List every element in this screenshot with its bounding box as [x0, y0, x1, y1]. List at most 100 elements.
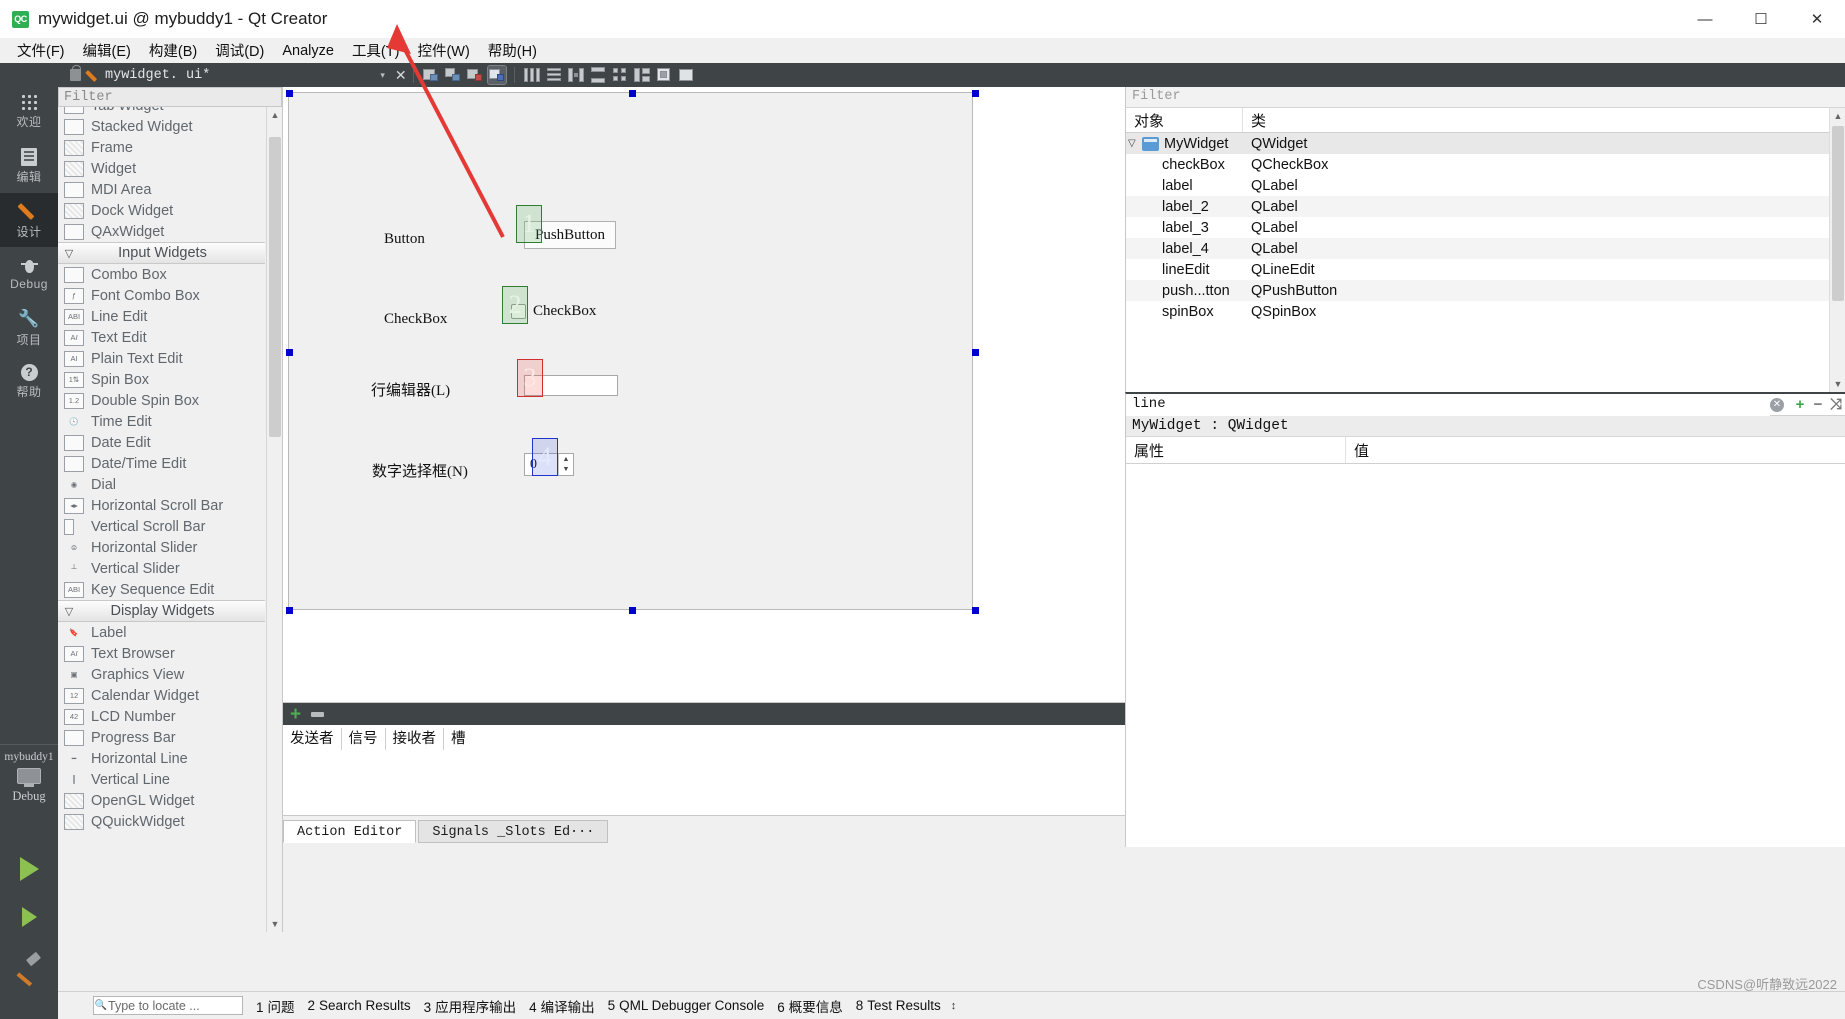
widget-item-tab-widget[interactable]: Tab Widget	[58, 107, 265, 116]
configure-property-view-icon[interactable]: ⤨	[1827, 396, 1845, 413]
output-pane-toggle-icon[interactable]: ↕	[951, 1000, 957, 1012]
object-row-pushbutton[interactable]: push...tton QPushButton	[1126, 280, 1845, 301]
widget-item-vertical-scroll-bar[interactable]: Vertical Scroll Bar	[58, 516, 265, 537]
maximize-button[interactable]: ☐	[1733, 0, 1789, 38]
form-label-checkbox[interactable]: CheckBox	[384, 311, 447, 328]
minimize-button[interactable]: —	[1677, 0, 1733, 38]
mode-design[interactable]: 设计	[0, 193, 58, 247]
form-label-lineedit[interactable]: 行编辑器(L)	[371, 379, 450, 400]
widget-item-qquickwidget[interactable]: QQuickWidget	[58, 811, 265, 832]
widget-group-input-widgets[interactable]: ▽ Input Widgets	[58, 242, 265, 264]
scroll-up-icon[interactable]: ▲	[1830, 108, 1845, 124]
remove-dynamic-property-icon[interactable]: −	[1809, 396, 1827, 413]
menu-analyze[interactable]: Analyze	[273, 41, 343, 61]
widget-item-vertical-line[interactable]: ┃ Vertical Line	[58, 769, 265, 790]
open-document-name[interactable]: mywidget. ui*	[105, 68, 210, 83]
widget-item-time-edit[interactable]: 🕓 Time Edit	[58, 411, 265, 432]
widget-item-progress-bar[interactable]: Progress Bar	[58, 727, 265, 748]
widget-item-frame[interactable]: Frame	[58, 137, 265, 158]
resize-handle-bottom-left[interactable]	[286, 607, 293, 614]
run-button[interactable]	[0, 845, 58, 893]
spinbox-arrows[interactable]: ▲ ▼	[558, 454, 573, 475]
resize-handle-bottom-center[interactable]	[629, 607, 636, 614]
widget-item-dial[interactable]: ◉ Dial	[58, 474, 265, 495]
object-row-label[interactable]: label QLabel	[1126, 175, 1845, 196]
object-inspector-filter-input[interactable]: Filter	[1126, 87, 1845, 108]
edit-signals-slots-tool-icon[interactable]	[444, 66, 462, 84]
output-pane-problems[interactable]: 1 问题	[256, 996, 295, 1016]
form-editor-canvas[interactable]: Button PushButton 1 CheckBox CheckBox 2 …	[283, 24, 1125, 702]
menu-edit[interactable]: 编辑(E)	[74, 38, 140, 63]
scroll-down-icon[interactable]: ▼	[1830, 376, 1845, 392]
edit-tab-order-tool-icon[interactable]	[486, 65, 507, 85]
layout-in-grid-icon[interactable]	[611, 66, 629, 84]
add-dynamic-property-icon[interactable]: +	[1791, 396, 1809, 413]
object-row-lineedit[interactable]: lineEdit QLineEdit	[1126, 259, 1845, 280]
column-object[interactable]: 对象	[1126, 108, 1243, 132]
menu-file[interactable]: 文件(F)	[8, 38, 74, 63]
form-widget-mywidget[interactable]: Button PushButton 1 CheckBox CheckBox 2 …	[286, 90, 979, 614]
widget-item-dock-widget[interactable]: Dock Widget	[58, 200, 265, 221]
column-sender[interactable]: 发送者	[283, 728, 342, 750]
output-pane-general-messages[interactable]: 6 概要信息	[777, 996, 843, 1016]
object-row-label-3[interactable]: label_3 QLabel	[1126, 217, 1845, 238]
widget-item-horizontal-slider[interactable]: ⊜ Horizontal Slider	[58, 537, 265, 558]
widget-item-mdi-area[interactable]: MDI Area	[58, 179, 265, 200]
widget-item-font-combo-box[interactable]: ƒ Font Combo Box	[58, 285, 265, 306]
menu-tools[interactable]: 工具(T)	[343, 38, 409, 63]
add-connection-icon[interactable]: +	[290, 705, 301, 724]
widget-item-graphics-view[interactable]: ▣ Graphics View	[58, 664, 265, 685]
widget-item-text-edit[interactable]: AI Text Edit	[58, 327, 265, 348]
output-pane-compile-output[interactable]: 4 编译输出	[529, 996, 595, 1016]
build-button[interactable]	[0, 941, 58, 989]
tab-action-editor[interactable]: Action Editor	[283, 820, 417, 843]
widget-item-opengl-widget[interactable]: OpenGL Widget	[58, 790, 265, 811]
widget-item-horizontal-scroll-bar[interactable]: ◂▸ Horizontal Scroll Bar	[58, 495, 265, 516]
chevron-down-icon[interactable]: ▽	[1128, 138, 1142, 149]
mode-projects[interactable]: 🔧 项目	[0, 301, 58, 355]
menu-build[interactable]: 构建(B)	[140, 38, 206, 63]
widget-item-key-sequence-edit[interactable]: ABI Key Sequence Edit	[58, 579, 265, 600]
resize-handle-middle-left[interactable]	[286, 349, 293, 356]
object-row-label-2[interactable]: label_2 QLabel	[1126, 196, 1845, 217]
remove-connection-icon[interactable]	[311, 711, 325, 717]
widget-item-label[interactable]: 🔖 Label	[58, 622, 265, 643]
column-receiver[interactable]: 接收者	[386, 728, 444, 750]
column-signal[interactable]: 信号	[342, 728, 386, 750]
debug-button[interactable]	[0, 893, 58, 941]
widget-item-horizontal-line[interactable]: ━ Horizontal Line	[58, 748, 265, 769]
locator-input[interactable]: 🔍 Type to locate ...	[93, 996, 243, 1015]
column-class[interactable]: 类	[1243, 108, 1266, 132]
form-label-button[interactable]: Button	[384, 231, 425, 248]
property-filter-input[interactable]: line	[1126, 393, 1770, 416]
widget-item-date-time-edit[interactable]: Date/Time Edit	[58, 453, 265, 474]
column-property[interactable]: 属性	[1126, 437, 1346, 463]
mode-welcome[interactable]: 欢迎	[0, 85, 58, 139]
form-label-spinbox[interactable]: 数字选择框(N)	[372, 460, 468, 481]
column-slot[interactable]: 槽	[444, 728, 473, 750]
widget-item-spin-box[interactable]: 1⇅ Spin Box	[58, 369, 265, 390]
close-document-icon[interactable]: ✕	[395, 67, 407, 84]
edit-widgets-tool-icon[interactable]	[422, 66, 440, 84]
scroll-thumb[interactable]	[1832, 126, 1844, 301]
object-row-checkbox[interactable]: checkBox QCheckBox	[1126, 154, 1845, 175]
widget-item-qaxwidget[interactable]: QAxWidget	[58, 221, 265, 242]
widget-item-widget[interactable]: Widget	[58, 158, 265, 179]
layout-splitter-horizontal-icon[interactable]	[567, 66, 585, 84]
object-inspector-scrollbar[interactable]: ▲ ▼	[1829, 108, 1845, 392]
layout-vertically-icon[interactable]	[545, 66, 563, 84]
object-row-label-4[interactable]: label_4 QLabel	[1126, 238, 1845, 259]
resize-handle-top-center[interactable]	[629, 90, 636, 97]
adjust-size-icon[interactable]	[677, 66, 695, 84]
widget-item-calendar-widget[interactable]: 12 Calendar Widget	[58, 685, 265, 706]
mode-debug[interactable]: Debug	[0, 247, 58, 301]
widget-item-double-spin-box[interactable]: 1.2 Double Spin Box	[58, 390, 265, 411]
output-pane-application-output[interactable]: 3 应用程序输出	[424, 996, 517, 1016]
clear-filter-icon[interactable]: ✕	[1770, 397, 1784, 412]
resize-handle-top-right[interactable]	[972, 90, 979, 97]
kit-selector[interactable]: mybuddy1 Debug	[0, 744, 58, 804]
scroll-down-icon[interactable]: ▼	[267, 916, 282, 932]
spinbox-up-icon[interactable]: ▲	[559, 454, 573, 465]
object-row-mywidget[interactable]: ▽ MyWidget QWidget	[1126, 133, 1845, 154]
scroll-up-icon[interactable]: ▲	[267, 107, 282, 123]
